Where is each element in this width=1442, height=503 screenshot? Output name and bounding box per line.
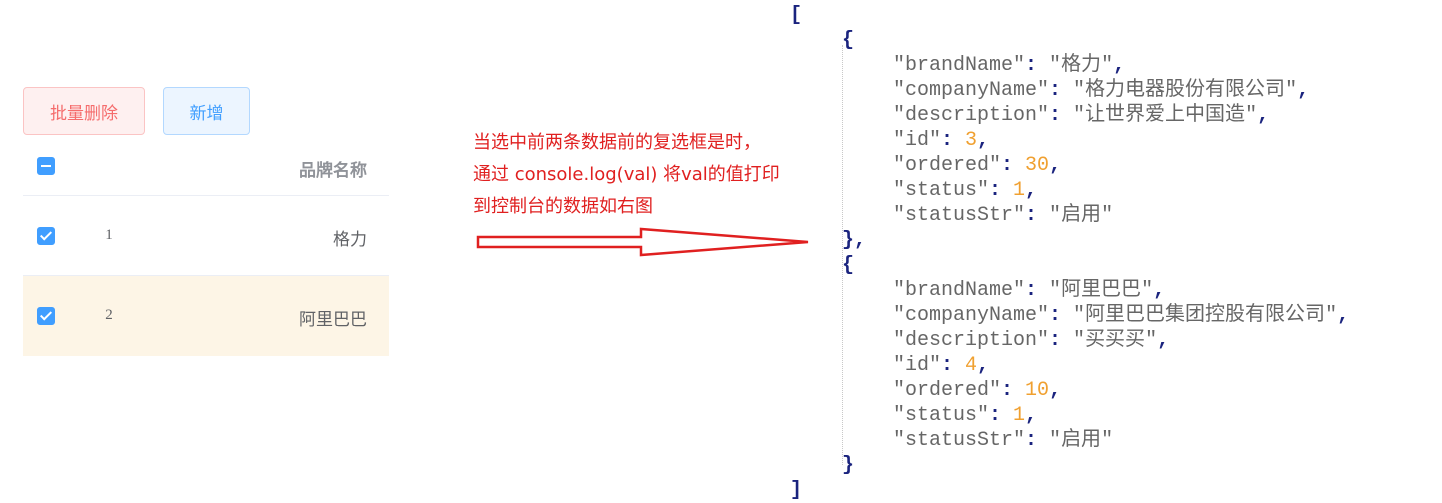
select-all-checkbox[interactable] [37,157,55,175]
json-line-description: "description": "让世界爱上中国造", [893,104,1270,127]
table-row[interactable]: 1 格力 [23,196,389,276]
annotation-line: 通过 console.log(val) 将val的值打印 [473,164,780,185]
json-line-id: "id": 3, [893,129,990,152]
add-button[interactable]: 新增 [163,87,250,135]
brand-table: 品牌名称 1 格力 2 阿里巴巴 [23,137,389,356]
json-line-status: "status": 1, [893,179,1038,202]
json-line-ordered: "ordered": 30, [893,154,1062,177]
object-open-brace: { [842,254,855,277]
indent-guide [842,45,843,465]
json-line-statusStr: "statusStr": "启用" [893,429,1114,452]
batch-delete-button[interactable]: 批量删除 [23,87,145,135]
json-line-companyName: "companyName": "格力电器股份有限公司", [893,79,1310,102]
annotation-line: 到控制台的数据如右图 [473,196,653,217]
indeterminate-icon [41,165,51,167]
object-open-brace: { [842,29,855,52]
check-icon [39,308,53,321]
check-icon [39,228,53,241]
brand-column-header: 品牌名称 [299,161,367,181]
row-index: 1 [105,227,113,243]
json-line-ordered: "ordered": 10, [893,379,1062,402]
table-header: 品牌名称 [23,137,389,196]
json-line-description: "description": "买买买", [893,329,1170,352]
brand-cell: 格力 [333,230,367,250]
json-line-brandName: "brandName": "阿里巴巴", [893,279,1166,302]
array-open-bracket: [ [790,4,803,27]
array-close-bracket: ] [790,479,803,502]
json-line-statusStr: "statusStr": "启用" [893,204,1114,227]
object-close-brace: }, [842,229,867,252]
row-checkbox[interactable] [37,307,55,325]
row-index: 2 [105,307,113,323]
json-line-status: "status": 1, [893,404,1038,427]
brand-cell: 阿里巴巴 [299,310,367,330]
json-line-companyName: "companyName": "阿里巴巴集团控股有限公司", [893,304,1350,327]
object-close-brace: } [842,454,855,477]
annotation-line: 当选中前两条数据前的复选框是时， [473,132,761,153]
json-line-id: "id": 4, [893,354,990,377]
json-line-brandName: "brandName": "格力", [893,54,1126,77]
annotation-text: 当选中前两条数据前的复选框是时， 通过 console.log(val) 将va… [473,127,813,223]
arrow-right-icon [476,227,809,257]
table-row[interactable]: 2 阿里巴巴 [23,276,389,356]
row-checkbox[interactable] [37,227,55,245]
